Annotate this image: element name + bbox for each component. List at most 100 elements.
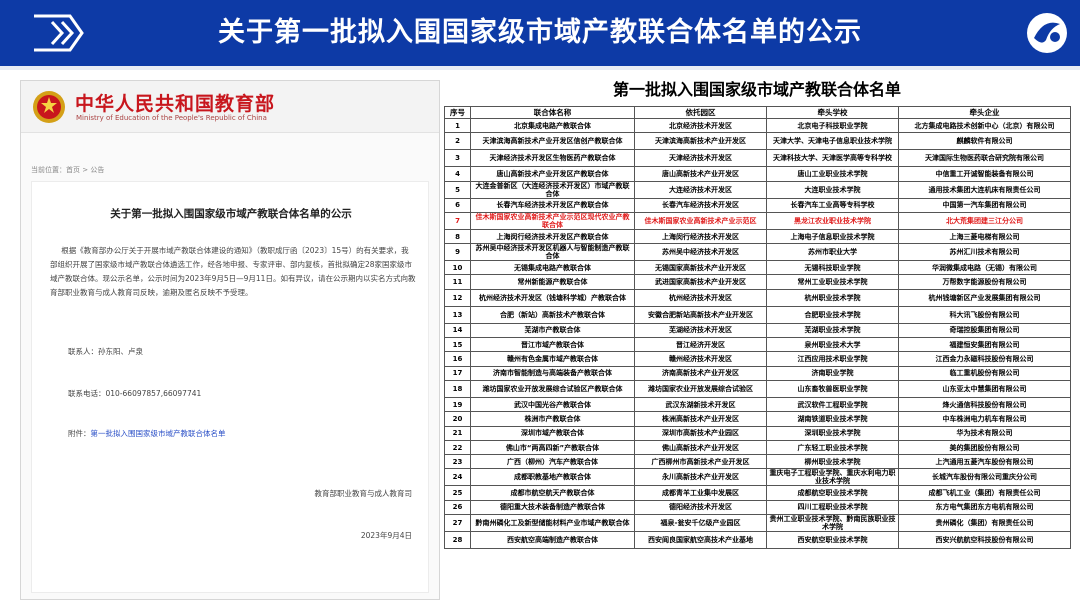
table-cell: 福建恒安集团有限公司 (899, 338, 1071, 352)
double-chevron-icon (30, 12, 86, 54)
table-cell: 北大荒集团建三江分公司 (899, 212, 1071, 229)
table-cell: 佛山市“两高四新”产教联合体 (471, 440, 635, 454)
table-cell: 19 (445, 397, 471, 411)
table-row: 18潍坊国家农业开放发展综合试验区产教联合体潍坊国家农业开放发展综合试验区山东畜… (445, 380, 1071, 397)
table-row: 13合肥（新站）高新技术产教联合体安徽合肥新站高新技术产业开发区合肥职业技术学院… (445, 306, 1071, 323)
notice-contact: 联系人：孙东阳、卢泉 (68, 346, 143, 357)
table-cell: 成都航空职业技术学院 (767, 486, 899, 500)
table-row: 24成都职教基地产教联合体永川高新技术产业开发区重庆电子工程职业学院、重庆水利电… (445, 469, 1071, 486)
table-cell: 22 (445, 440, 471, 454)
table-cell: 上海电子信息职业技术学院 (767, 229, 899, 243)
table-cell: 济南市智能制造与高端装备产教联合体 (471, 366, 635, 380)
table-cell: 1 (445, 119, 471, 133)
notice-phone: 联系电话：010-66097857,66097741 (68, 388, 201, 399)
table-cell: 大连职业技术学院 (767, 181, 899, 198)
table-row: 27黔南州磷化工及新型储能材料产业市域产教联合体福泉-瓮安千亿级产业园区贵州工业… (445, 515, 1071, 532)
table-cell: 无锡科技职业学院 (767, 261, 899, 275)
table-cell: 麒麟软件有限公司 (899, 133, 1071, 150)
table-cell: 无锡国家高新技术产业开发区 (635, 261, 767, 275)
table-cell: 潍坊国家农业开放发展综合试验区产教联合体 (471, 380, 635, 397)
table-cell: 5 (445, 181, 471, 198)
table-row: 21深圳市域产教联合体深圳市高新技术产业园区深圳职业技术学院华为技术有限公司 (445, 426, 1071, 440)
attachment-link[interactable]: 第一批拟入围国家级市域产教联合体名单 (91, 429, 226, 438)
table-cell: 美的集团股份有限公司 (899, 440, 1071, 454)
table-cell: 芜湖职业技术学院 (767, 323, 899, 337)
table-cell: 武汉东湖新技术开发区 (635, 397, 767, 411)
table-cell: 25 (445, 486, 471, 500)
table-cell: 万帮数字能源股份有限公司 (899, 275, 1071, 289)
table-row: 3天津经济技术开发区生物医药产教联合体天津经济技术开发区天津科技大学、天津医学高… (445, 150, 1071, 167)
table-cell: 山东畜牧兽医职业学院 (767, 380, 899, 397)
table-cell: 27 (445, 515, 471, 532)
table-cell: 西安航空职业技术学院 (767, 532, 899, 549)
table-cell: 唐山高新技术产业开发区 (635, 167, 767, 181)
table-row: 15晋江市域产教联合体晋江经济开发区泉州职业技术大学福建恒安集团有限公司 (445, 338, 1071, 352)
table-row: 8上海闵行经济技术开发区产教联合体上海闵行经济技术开发区上海电子信息职业技术学院… (445, 229, 1071, 243)
table-cell: 长城汽车股份有限公司重庆分公司 (899, 469, 1071, 486)
table-cell: 6 (445, 198, 471, 212)
table-cell: 苏州市职业大学 (767, 244, 899, 261)
table-cell: 苏州汇川技术有限公司 (899, 244, 1071, 261)
table-cell: 21 (445, 426, 471, 440)
notice-attachment: 附件：第一批拟入围国家级市域产教联合体名单 (68, 428, 226, 439)
table-cell: 长春汽车经济技术开发区 (635, 198, 767, 212)
table-row: 7佳木斯国家农业高新技术产业示范区现代农业产教联合体佳木斯国家农业高新技术产业示… (445, 212, 1071, 229)
table-cell: 黔南州磷化工及新型储能材料产业市域产教联合体 (471, 515, 635, 532)
table-cell: 上海三菱电梯有限公司 (899, 229, 1071, 243)
table-cell: 成都青羊工业集中发展区 (635, 486, 767, 500)
table-cell: 天津滨海高新技术产业开发区 (635, 133, 767, 150)
table-cell: 中国第一汽车集团有限公司 (899, 198, 1071, 212)
page-title: 关于第一批拟入围国家级市域产教联合体名单的公示 (120, 12, 960, 54)
table-cell: 24 (445, 469, 471, 486)
table-cell: 13 (445, 306, 471, 323)
ministry-name: 中华人民共和国教育部 (75, 89, 275, 116)
table-cell: 烽火通信科技股份有限公司 (899, 397, 1071, 411)
table-cell: 深圳职业技术学院 (767, 426, 899, 440)
table-cell: 华润微集成电路（无锡）有限公司 (899, 261, 1071, 275)
table-cell: 大连经济技术开发区 (635, 181, 767, 198)
notice-title: 关于第一批拟入围国家级市域产教联合体名单的公示 (32, 206, 430, 221)
national-emblem-icon (31, 87, 67, 127)
table-title: 第一批拟入围国家级市域产教联合体名单 (444, 78, 1070, 102)
table-cell: 杭州经济技术开发区 (635, 289, 767, 306)
table-row: 14芜湖市产教联合体芜湖经济技术开发区芜湖职业技术学院奇瑞控股集团有限公司 (445, 323, 1071, 337)
table-cell: 天津经济技术开发区生物医药产教联合体 (471, 150, 635, 167)
header-cell: 依托园区 (635, 107, 767, 119)
table-cell: 北方集成电路技术创新中心（北京）有限公司 (899, 119, 1071, 133)
table-cell: 通用技术集团大连机床有限责任公司 (899, 181, 1071, 198)
table-cell: 江西应用技术职业学院 (767, 352, 899, 366)
table-cell: 西安阎良国家航空高技术产业基地 (635, 532, 767, 549)
table-cell: 成都市航空航天产教联合体 (471, 486, 635, 500)
table-row: 9苏州吴中经济技术开发区机器人与智能制造产教联合体苏州吴中经济技术开发区苏州市职… (445, 244, 1071, 261)
table-row: 26德阳重大技术装备制造产教联合体德阳经济技术开发区四川工程职业技术学院东方电气… (445, 500, 1071, 514)
table-cell: 成都飞机工业（集团）有限责任公司 (899, 486, 1071, 500)
table-cell: 2 (445, 133, 471, 150)
breadcrumb[interactable]: 当前位置：首页 > 公告 (31, 165, 104, 175)
table-cell: 广西（柳州）汽车产教联合体 (471, 455, 635, 469)
table-cell: 株洲高新技术产业开发区 (635, 412, 767, 426)
table-cell: 北京经济技术开发区 (635, 119, 767, 133)
table-cell: 潍坊国家农业开放发展综合试验区 (635, 380, 767, 397)
table-cell: 8 (445, 229, 471, 243)
table-cell: 杭州经济技术开发区（钱塘科学城）产教联合体 (471, 289, 635, 306)
table-cell: 合肥职业技术学院 (767, 306, 899, 323)
table-cell: 安徽合肥新站高新技术产业开发区 (635, 306, 767, 323)
table-cell: 福泉-瓮安千亿级产业园区 (635, 515, 767, 532)
table-cell: 12 (445, 289, 471, 306)
table-row: 10无锡集成电路产教联合体无锡国家高新技术产业开发区无锡科技职业学院华润微集成电… (445, 261, 1071, 275)
table-cell: 4 (445, 167, 471, 181)
table-cell: 临工重机股份有限公司 (899, 366, 1071, 380)
table-cell: 苏州吴中经济技术开发区 (635, 244, 767, 261)
table-row: 23广西（柳州）汽车产教联合体广西柳州市高新技术产业开发区柳州职业技术学院上汽通… (445, 455, 1071, 469)
table-cell: 合肥（新站）高新技术产教联合体 (471, 306, 635, 323)
table-cell: 北京集成电路产教联合体 (471, 119, 635, 133)
table-cell: 佳木斯国家农业高新技术产业示范区 (635, 212, 767, 229)
table-cell: 杭州钱塘新区产业发展集团有限公司 (899, 289, 1071, 306)
notice-body: 根据《教育部办公厅关于开展市域产教联合体建设的通知》（教职成厅函〔2023〕15… (50, 244, 416, 300)
table-row: 22佛山市“两高四新”产教联合体佛山高新技术产业开发区广东轻工职业技术学院美的集… (445, 440, 1071, 454)
table-cell: 15 (445, 338, 471, 352)
table-cell: 柳州职业技术学院 (767, 455, 899, 469)
table-cell: 湖南铁道职业技术学院 (767, 412, 899, 426)
table-row: 17济南市智能制造与高端装备产教联合体济南高新技术产业开发区济南职业学院临工重机… (445, 366, 1071, 380)
table-cell: 西安兴航航空科技股份有限公司 (899, 532, 1071, 549)
